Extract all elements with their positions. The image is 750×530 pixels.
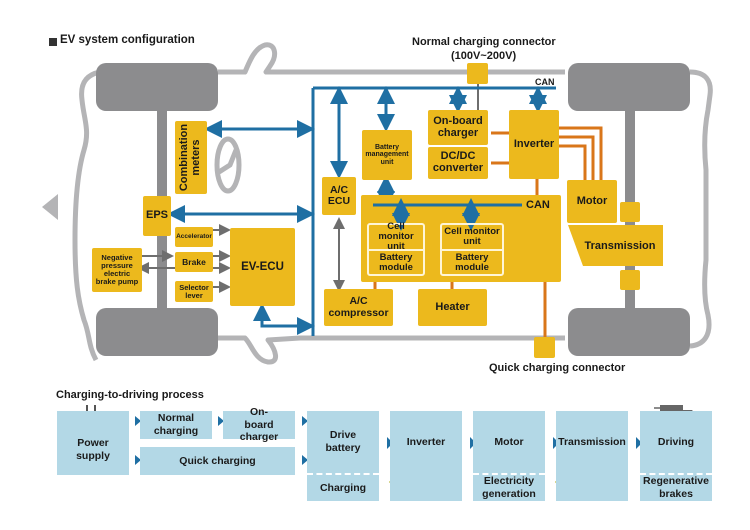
cell-monitor-unit-1: Cell monitor unit bbox=[369, 222, 423, 251]
electricity-generation-label: Electricity generation bbox=[482, 475, 536, 500]
selector-lever: Selector lever bbox=[175, 281, 213, 302]
transmission-coupler bbox=[620, 270, 640, 290]
cell-monitor-unit-2: Cell monitor unit bbox=[442, 225, 502, 251]
battery-module-2: Battery module bbox=[455, 251, 489, 273]
can-label-battery: CAN bbox=[526, 199, 550, 211]
process-driving: Driving Regenerative brakes bbox=[640, 411, 712, 501]
process-onboard-charger: On-board charger bbox=[223, 406, 295, 443]
brake: Brake bbox=[175, 252, 213, 272]
motor-label: Motor bbox=[494, 435, 524, 448]
inverter-label: Inverter bbox=[406, 435, 446, 448]
heater: Heater bbox=[418, 289, 487, 326]
normal-charging-connector bbox=[467, 63, 488, 84]
dcdc-converter: DC/DC converter bbox=[428, 147, 488, 179]
title-bullet-icon bbox=[49, 38, 57, 46]
battery-management-unit: Battery management unit bbox=[362, 130, 412, 180]
can-label-top: CAN bbox=[535, 77, 555, 87]
process-power-supply: Power supply bbox=[57, 411, 129, 475]
quick-charging-connector bbox=[534, 337, 555, 358]
brake-pump: Negative pressure electric brake pump bbox=[92, 248, 142, 292]
steering-wheel-icon bbox=[214, 136, 242, 194]
front-direction-arrow-icon bbox=[42, 194, 58, 220]
charging-label: Charging bbox=[319, 481, 367, 494]
regenerative-brakes-label: Regenerative brakes bbox=[643, 475, 709, 500]
power-supply-label: Power supply bbox=[76, 437, 110, 462]
onboard-charger: On-board charger bbox=[428, 110, 488, 145]
combination-meters: Combination meters bbox=[175, 121, 207, 194]
quick-charging-connector-label: Quick charging connector bbox=[489, 362, 626, 374]
battery-module-1: Battery module bbox=[379, 251, 413, 273]
page-title: EV system configuration bbox=[60, 34, 195, 46]
normal-charging-connector-voltage: (100V~200V) bbox=[451, 50, 517, 62]
cell-module-1: Cell monitor unit Battery module bbox=[367, 222, 425, 276]
process-quick-charging: Quick charging bbox=[140, 447, 295, 475]
normal-charging-connector-label: Normal charging connector bbox=[412, 36, 556, 48]
transmission-process-label: Transmission bbox=[558, 435, 626, 448]
process-normal-charging: Normal charging bbox=[140, 411, 212, 439]
process-drive-battery: Drive battery Charging bbox=[307, 411, 379, 501]
transmission-label: Transmission bbox=[584, 239, 656, 252]
ac-compressor: A/C compressor bbox=[324, 289, 393, 326]
motor: Motor bbox=[567, 180, 617, 223]
inverter: Inverter bbox=[509, 110, 559, 179]
ev-ecu: EV-ECU bbox=[230, 228, 295, 306]
drive-battery-label: Drive battery bbox=[325, 429, 361, 454]
process-transmission: Transmission bbox=[556, 411, 628, 501]
combination-meters-label: Combination meters bbox=[178, 123, 202, 192]
process-inverter: Inverter bbox=[390, 411, 462, 501]
motor-coupler bbox=[620, 202, 640, 222]
cell-module-2: Cell monitor unit Battery module bbox=[440, 223, 504, 276]
process-motor: Motor Electricity generation bbox=[473, 411, 545, 501]
ac-ecu: A/C ECU bbox=[322, 177, 356, 215]
driving-label: Driving bbox=[657, 435, 695, 448]
eps: EPS bbox=[143, 196, 171, 236]
process-title: Charging-to-driving process bbox=[56, 389, 204, 401]
accelerator: Accelerator bbox=[175, 227, 213, 247]
